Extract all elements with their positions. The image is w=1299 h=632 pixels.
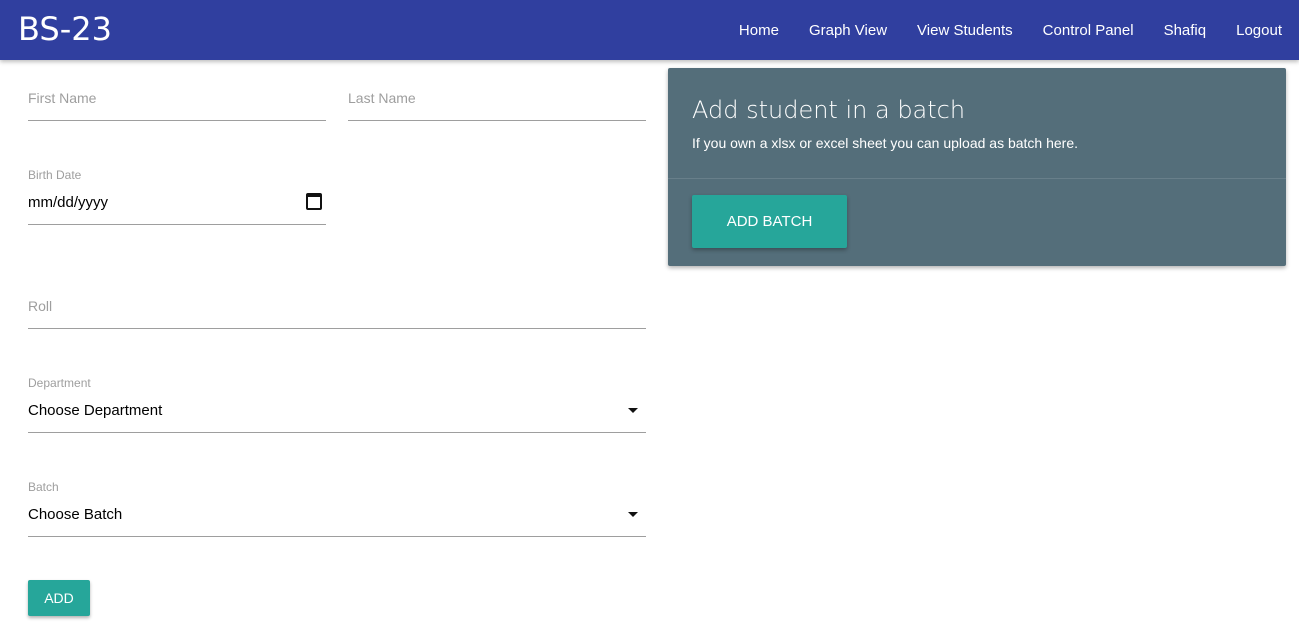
card-description: If you own a xlsx or excel sheet you can… xyxy=(692,135,1079,151)
card-divider xyxy=(668,178,1286,179)
add-batch-button[interactable]: ADD BATCH xyxy=(692,195,847,248)
dropdown-caret-icon xyxy=(628,512,638,517)
batch-upload-card: Add student in a batch If you own a xlsx… xyxy=(668,68,1286,266)
birth-date-field[interactable]: Birth Date mm/dd/yyyy xyxy=(28,165,326,225)
nav-graph-view-link[interactable]: Graph View xyxy=(809,22,887,39)
roll-field[interactable]: Roll xyxy=(28,288,646,329)
add-student-button[interactable]: ADD xyxy=(28,580,90,616)
birth-date-label: Birth Date xyxy=(28,168,82,182)
dropdown-caret-icon xyxy=(628,408,638,413)
nav-view-students-link[interactable]: View Students xyxy=(917,22,1013,39)
first-name-placeholder: First Name xyxy=(28,90,97,106)
batch-label: Batch xyxy=(28,480,59,494)
department-select[interactable]: Department Choose Department xyxy=(28,373,646,433)
brand-logo[interactable]: BS-23 xyxy=(18,10,112,48)
nav-control-panel-link[interactable]: Control Panel xyxy=(1043,22,1134,39)
last-name-placeholder: Last Name xyxy=(348,90,416,106)
card-title: Add student in a batch xyxy=(692,96,966,124)
first-name-field[interactable]: First Name xyxy=(28,80,326,121)
nav-logout-link[interactable]: Logout xyxy=(1236,22,1282,39)
nav-links: Home Graph View View Students Control Pa… xyxy=(709,0,1282,60)
birth-date-value: mm/dd/yyyy xyxy=(28,194,109,211)
calendar-icon[interactable] xyxy=(306,193,322,210)
batch-value: Choose Batch xyxy=(28,506,123,523)
last-name-field[interactable]: Last Name xyxy=(348,80,646,121)
nav-user-link[interactable]: Shafiq xyxy=(1164,22,1207,39)
top-navbar: BS-23 Home Graph View View Students Cont… xyxy=(0,0,1299,60)
department-value: Choose Department xyxy=(28,402,163,419)
department-label: Department xyxy=(28,376,91,390)
nav-home-link[interactable]: Home xyxy=(739,22,779,39)
batch-select[interactable]: Batch Choose Batch xyxy=(28,477,646,537)
roll-placeholder: Roll xyxy=(28,298,53,314)
